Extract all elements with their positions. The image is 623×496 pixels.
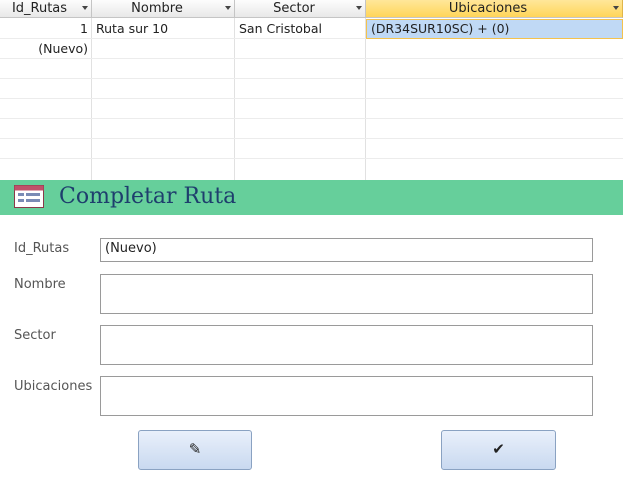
column-header-ubicaciones[interactable]: Ubicaciones [366,0,623,18]
label-id-rutas: Id_Rutas [14,241,70,256]
pencil-icon: ✎ [188,440,202,458]
grid-line [0,98,623,99]
dropdown-arrow-icon[interactable] [356,6,362,10]
datasheet-grid: Id_Rutas Nombre Sector Ubicaciones 1 Rut… [0,0,623,180]
column-header-nombre[interactable]: Nombre [92,0,235,18]
id-rutas-field[interactable]: (Nuevo) [100,238,593,262]
label-ubicaciones: Ubicaciones [14,379,93,394]
dropdown-arrow-icon[interactable] [613,6,619,10]
column-header-sector[interactable]: Sector [235,0,366,18]
ubicaciones-field[interactable] [100,376,593,416]
edit-button[interactable]: ✎ [138,430,252,470]
grid-line [91,18,92,180]
column-header-id-rutas[interactable]: Id_Rutas [0,0,92,18]
column-header-label: Id_Rutas [11,1,68,16]
dropdown-arrow-icon[interactable] [225,6,231,10]
form-icon [14,185,44,208]
cell-ubicaciones-selected[interactable]: (DR34SUR10SC) + (0) [366,19,623,39]
column-header-label: Nombre [131,1,183,16]
grid-line [0,118,623,119]
label-nombre: Nombre [14,277,66,292]
form-title: Completar Ruta [59,184,237,209]
column-header-label: Ubicaciones [448,1,528,16]
grid-line [365,18,366,180]
column-header-label: Sector [273,1,315,16]
cell-sector[interactable]: San Cristobal [235,19,365,39]
cell-nombre[interactable]: Ruta sur 10 [92,19,234,39]
grid-line [0,138,623,139]
grid-line [0,158,623,159]
grid-line [0,78,623,79]
cell-new-record[interactable]: (Nuevo) [0,39,91,59]
grid-line [0,58,623,59]
confirm-button[interactable]: ✔ [441,430,556,470]
sector-field[interactable] [100,325,593,365]
nombre-field[interactable] [100,274,593,314]
form-header: Completar Ruta [0,180,623,215]
check-icon: ✔ [492,440,505,458]
cell-id-rutas[interactable]: 1 [0,19,91,39]
dropdown-arrow-icon[interactable] [82,6,88,10]
grid-line [234,18,235,180]
label-sector: Sector [14,328,56,343]
